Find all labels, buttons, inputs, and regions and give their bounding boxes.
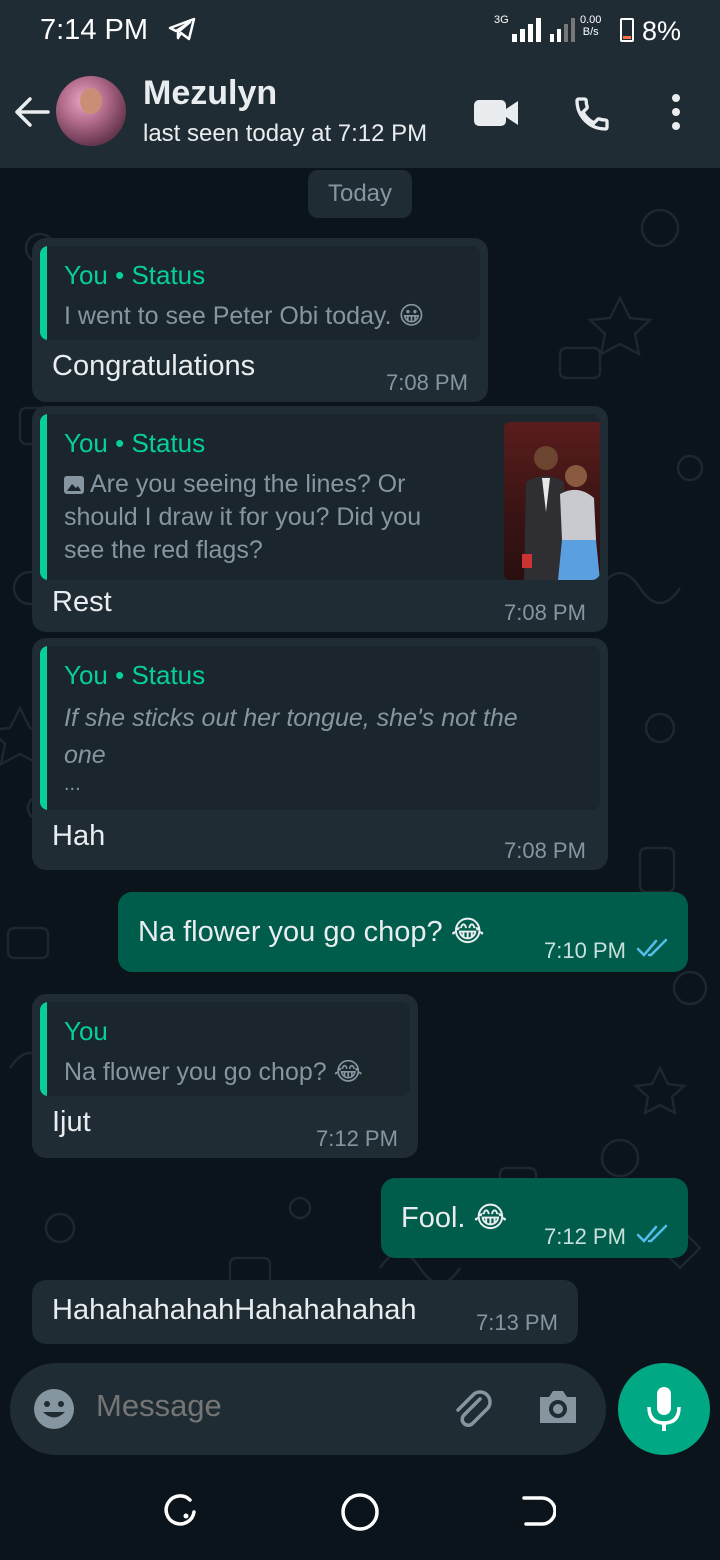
date-divider: Today	[308, 170, 412, 218]
message-bubble-incoming[interactable]: HahahahahahHahahahahah 7:13 PM	[32, 1280, 578, 1344]
message-text: Fool. 😂	[401, 1202, 508, 1234]
message-bubble-outgoing[interactable]: Na flower you go chop? 😂 7:10 PM	[118, 892, 688, 972]
back-arrow-icon[interactable]	[12, 94, 52, 130]
quoted-status[interactable]: You • Status If she sticks out her tongu…	[40, 646, 600, 810]
home-icon[interactable]	[340, 1492, 380, 1532]
status-time: 7:14 PM	[40, 14, 148, 46]
message-text: HahahahahahHahahahahah	[52, 1294, 417, 1326]
quote-header: You • Status	[64, 428, 206, 458]
quote-line: should I draw it for you? Did you	[64, 503, 422, 531]
microphone-icon	[647, 1387, 681, 1431]
message-input-bar[interactable]	[10, 1363, 606, 1455]
quote-bar	[40, 1002, 47, 1096]
message-bubble-incoming[interactable]: You • Status I went to see Peter Obi tod…	[32, 238, 488, 402]
message-text: Rest	[52, 586, 112, 618]
image-icon	[64, 476, 84, 494]
message-bubble-incoming[interactable]: You Na flower you go chop? 😂 Ijut 7:12 P…	[32, 994, 418, 1158]
status-bar: 7:14 PM 3G 0.00 B/s 8%	[0, 0, 720, 62]
read-ticks-icon	[636, 938, 668, 957]
network-speed: 0.00 B/s	[580, 14, 602, 38]
quote-header: You • Status	[64, 260, 206, 290]
signal-icon	[512, 18, 541, 42]
message-time: 7:12 PM	[316, 1126, 398, 1151]
quoted-status[interactable]: You • Status I went to see Peter Obi tod…	[40, 246, 480, 340]
quote-text: Na flower you go chop? 😂	[64, 1058, 363, 1086]
quote-header: You • Status	[64, 660, 206, 690]
quoted-status[interactable]: You • Status Are you seeing the lines? O…	[40, 414, 600, 580]
quote-author: You	[64, 1016, 108, 1046]
message-time: 7:08 PM	[504, 600, 586, 625]
nav-back-icon[interactable]	[520, 1494, 556, 1528]
recent-apps-icon[interactable]	[162, 1492, 198, 1528]
message-text: Na flower you go chop? 😂	[138, 916, 485, 948]
quote-text: I went to see Peter Obi today. 😀	[64, 302, 425, 330]
message-text: Ijut	[52, 1106, 91, 1138]
message-input[interactable]	[96, 1388, 426, 1424]
telegram-icon	[168, 17, 196, 41]
battery-icon	[620, 18, 634, 42]
chat-header: Mezulyn last seen today at 7:12 PM	[0, 62, 720, 168]
read-ticks-icon	[636, 1224, 668, 1243]
status-thumbnail[interactable]	[504, 422, 600, 580]
system-nav-bar	[0, 1462, 720, 1560]
message-bubble-incoming[interactable]: You • Status Are you seeing the lines? O…	[32, 406, 608, 632]
message-bubble-outgoing[interactable]: Fool. 😂 7:12 PM	[381, 1178, 688, 1258]
message-time: 7:08 PM	[386, 370, 468, 395]
attach-icon[interactable]	[450, 1385, 494, 1429]
voice-record-button[interactable]	[618, 1363, 710, 1455]
quote-line: see the red flags?	[64, 536, 263, 564]
video-call-icon[interactable]	[474, 98, 520, 128]
contact-name[interactable]: Mezulyn	[143, 74, 277, 113]
signal-icon-2	[550, 18, 575, 42]
quote-bar	[40, 646, 47, 810]
message-time: 7:10 PM	[544, 938, 626, 963]
more-options-icon[interactable]	[664, 92, 688, 132]
message-time: 7:12 PM	[544, 1224, 626, 1249]
couple-photo	[522, 446, 600, 580]
last-seen: last seen today at 7:12 PM	[143, 120, 428, 147]
quote-bar	[40, 246, 47, 340]
message-time: 7:13 PM	[476, 1310, 558, 1335]
quote-bar	[40, 414, 47, 580]
quote-line: If she sticks out her tongue, she's not …	[64, 704, 518, 732]
message-bubble-incoming[interactable]: You • Status If she sticks out her tongu…	[32, 638, 608, 870]
message-text: Hah	[52, 820, 106, 852]
message-time: 7:08 PM	[504, 838, 586, 863]
chat-area[interactable]: Today You • Status I went to see Peter O…	[0, 168, 720, 1362]
quoted-message[interactable]: You Na flower you go chop? 😂	[40, 1002, 410, 1096]
avatar[interactable]	[56, 76, 126, 146]
emoji-icon[interactable]	[32, 1387, 76, 1431]
voice-call-icon[interactable]	[572, 94, 612, 134]
camera-icon[interactable]	[536, 1387, 580, 1427]
message-text: Congratulations	[52, 350, 256, 382]
network-type: 3G	[494, 14, 509, 26]
quote-line: ...	[64, 773, 81, 795]
quote-line: Are you seeing the lines? Or	[90, 470, 406, 498]
battery-percent: 8%	[642, 16, 682, 46]
